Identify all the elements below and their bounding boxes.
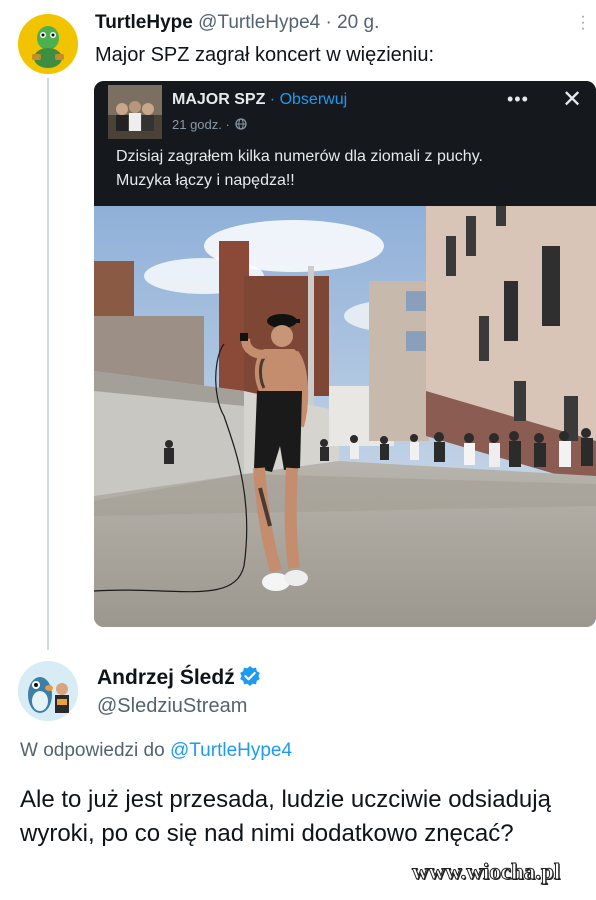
embedded-time: 21 godz. · — [172, 117, 230, 132]
thread-connector-line — [47, 78, 49, 650]
reply-author-line: Andrzej Śledź — [97, 665, 261, 690]
reply-author-handle[interactable]: @SledziuStream — [97, 695, 247, 718]
tweet-text: Major SPZ zagrał koncert w więzieniu: — [95, 44, 435, 66]
more-options-icon[interactable]: · · · — [580, 9, 586, 37]
embedded-text-line-1: Dzisiaj zagrałem kilka numerów dla zioma… — [116, 148, 483, 165]
reply-prefix: W odpowiedzi do — [20, 740, 165, 761]
verified-badge-icon — [239, 666, 260, 686]
more-icon[interactable]: ••• — [507, 89, 529, 110]
sledz-avatar[interactable] — [18, 661, 78, 721]
reply-text: Ale to już jest przesada, ludzie uczciwi… — [20, 786, 551, 847]
site-watermark: www.wiocha.pl — [411, 859, 561, 885]
globe-icon — [235, 118, 248, 130]
embedded-author-name[interactable]: MAJOR SPZ — [172, 91, 265, 108]
fish-mascot-avatar-icon — [18, 661, 78, 721]
embedded-post[interactable]: MAJOR SPZ · Obserwuj 21 godz. · ••• ✕ Dz… — [94, 81, 596, 627]
embedded-post-header: MAJOR SPZ · Obserwuj 21 godz. · ••• ✕ Dz… — [94, 81, 596, 206]
author-handle[interactable]: @TurtleHype4 — [198, 12, 320, 33]
prison-yard-concert-photo[interactable] — [94, 206, 596, 627]
follow-link[interactable]: Obserwuj — [280, 91, 348, 108]
reply-author-name[interactable]: Andrzej Śledź — [97, 666, 235, 689]
embedded-post-text: Dzisiaj zagrałem kilka numerów dla zioma… — [116, 145, 586, 193]
major-spz-avatar[interactable] — [108, 85, 162, 139]
embedded-text-line-2: Muzyka łączy i napędza!! — [116, 172, 295, 189]
group-photo-avatar-icon — [108, 85, 162, 139]
embedded-post-meta: 21 godz. · — [172, 117, 248, 132]
turtle-avatar[interactable] — [18, 14, 78, 74]
close-icon[interactable]: ✕ — [562, 85, 582, 114]
reply-context: W odpowiedzi do @TurtleHype4 — [20, 740, 292, 762]
embedded-author-line: MAJOR SPZ · Obserwuj — [172, 91, 348, 108]
tweet-header: TurtleHype @TurtleHype4 · 20 g. — [95, 12, 379, 34]
author-name[interactable]: TurtleHype — [95, 12, 193, 33]
reply-mention-link[interactable]: @TurtleHype4 — [170, 740, 292, 761]
tweet-time: · 20 g. — [325, 12, 380, 33]
turtle-avatar-icon — [18, 14, 78, 74]
